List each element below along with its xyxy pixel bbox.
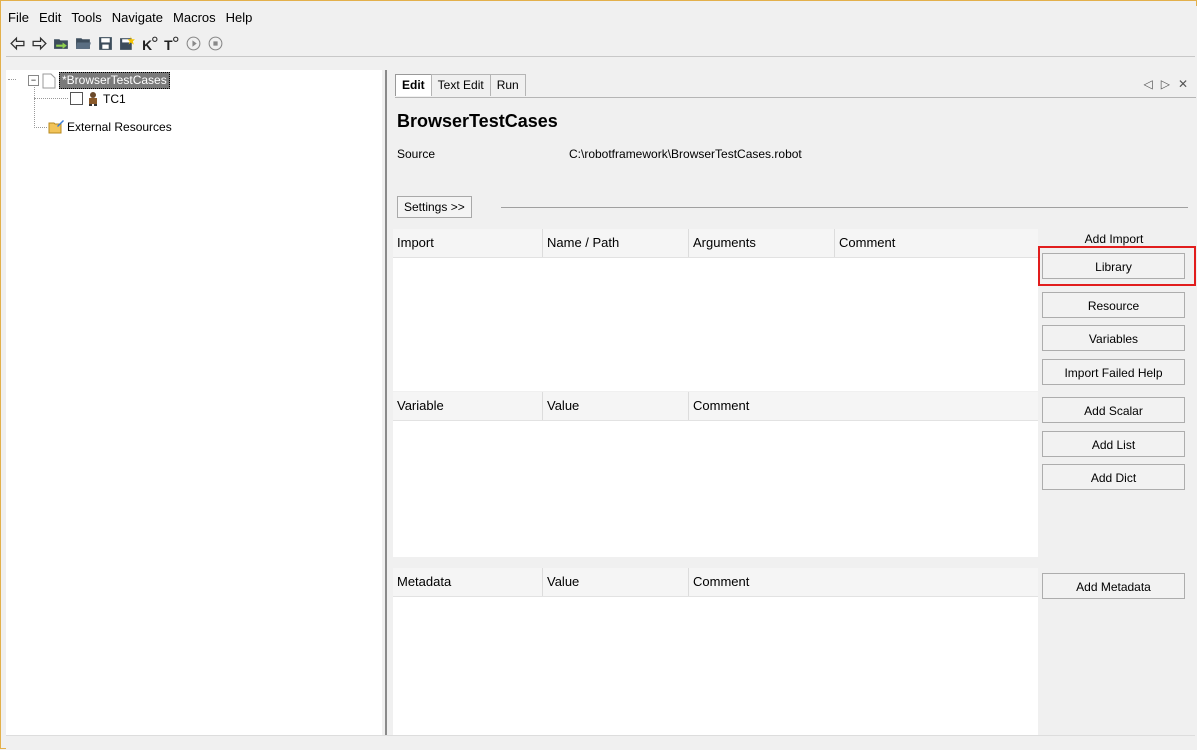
source-label: Source	[397, 147, 436, 161]
tree-node-external-label[interactable]: External Resources	[67, 120, 172, 134]
add-metadata-button[interactable]: Add Metadata	[1042, 573, 1185, 599]
tab-prev-icon[interactable]: ◁	[1143, 77, 1152, 91]
column-header[interactable]: Name / Path	[543, 229, 689, 257]
stop-icon[interactable]	[206, 34, 225, 53]
toolbar-divider	[6, 56, 1195, 57]
variables-table[interactable]: Variable Value Comment	[393, 392, 1038, 557]
open-suite-icon[interactable]	[52, 34, 71, 53]
editor-panel: Edit Text Edit Run ◁ ▷ ✕ BrowserTestCase…	[388, 70, 1196, 748]
folder-edit-icon	[48, 120, 64, 134]
search-keywords-icon[interactable]: K	[140, 34, 159, 53]
source-path: C:\robotframework\BrowserTestCases.robot	[569, 147, 802, 161]
settings-divider	[501, 207, 1188, 208]
save-all-icon[interactable]	[118, 34, 137, 53]
svg-text:K: K	[142, 36, 152, 51]
add-list-button[interactable]: Add List	[1042, 431, 1185, 457]
column-header[interactable]: Variable	[393, 392, 543, 420]
toolbar: K T	[8, 32, 225, 54]
file-icon	[42, 73, 56, 88]
tree-node-suite[interactable]: − *BrowserTestCases	[28, 72, 170, 89]
column-header[interactable]: Value	[543, 568, 689, 596]
tab-controls: ◁ ▷ ✕	[1143, 77, 1188, 91]
add-scalar-button[interactable]: Add Scalar	[1042, 397, 1185, 423]
import-failed-help-button[interactable]: Import Failed Help	[1042, 359, 1185, 385]
robot-icon	[89, 92, 97, 106]
pane-splitter[interactable]	[385, 70, 387, 735]
column-header[interactable]: Comment	[689, 568, 1038, 596]
metadata-table[interactable]: Metadata Value Comment	[393, 568, 1038, 735]
page-title: BrowserTestCases	[397, 111, 558, 131]
editor-tabs: Edit Text Edit Run	[395, 74, 526, 97]
tree-node-test-case-label[interactable]: TC1	[103, 92, 126, 106]
test-case-checkbox[interactable]	[70, 92, 83, 105]
svg-text:T: T	[164, 36, 173, 51]
menu-bar: File Edit Tools Navigate Macros Help	[6, 6, 1195, 28]
column-header[interactable]: Metadata	[393, 568, 543, 596]
save-icon[interactable]	[96, 34, 115, 53]
tab-close-icon[interactable]: ✕	[1178, 77, 1188, 91]
forward-arrow-icon[interactable]	[30, 34, 49, 53]
variables-button[interactable]: Variables	[1042, 325, 1185, 351]
menu-tools[interactable]: Tools	[66, 10, 106, 25]
column-header[interactable]: Comment	[835, 229, 1038, 257]
tree-node-test-case[interactable]: TC1	[70, 91, 126, 106]
back-arrow-icon[interactable]	[8, 34, 27, 53]
metadata-table-header: Metadata Value Comment	[393, 568, 1038, 597]
tree-line	[34, 127, 47, 128]
column-header[interactable]: Comment	[689, 392, 1038, 420]
tree-line	[34, 87, 35, 128]
run-icon[interactable]	[184, 34, 203, 53]
column-header[interactable]: Import	[393, 229, 543, 257]
resource-button[interactable]: Resource	[1042, 292, 1185, 318]
tab-text-edit[interactable]: Text Edit	[430, 74, 491, 96]
menu-file[interactable]: File	[6, 10, 34, 25]
settings-button[interactable]: Settings >>	[397, 196, 472, 218]
library-button[interactable]: Library	[1042, 253, 1185, 279]
tree-node-suite-label[interactable]: *BrowserTestCases	[59, 72, 170, 89]
tree-node-external-resources[interactable]: External Resources	[48, 119, 172, 134]
column-header[interactable]: Value	[543, 392, 689, 420]
menu-navigate[interactable]: Navigate	[107, 10, 168, 25]
column-header[interactable]: Arguments	[689, 229, 835, 257]
menu-help[interactable]: Help	[221, 10, 258, 25]
collapse-icon[interactable]: −	[28, 75, 39, 86]
menu-macros[interactable]: Macros	[168, 10, 221, 25]
suite-tree: − *BrowserTestCases TC1 External Resourc…	[6, 70, 382, 748]
tree-line	[34, 98, 68, 99]
variables-table-header: Variable Value Comment	[393, 392, 1038, 421]
add-import-label: Add Import	[1084, 232, 1144, 246]
tab-divider	[395, 97, 1196, 98]
tree-line	[8, 79, 16, 80]
imports-table-header: Import Name / Path Arguments Comment	[393, 229, 1038, 258]
imports-table[interactable]: Import Name / Path Arguments Comment	[393, 229, 1038, 391]
tab-run[interactable]: Run	[489, 74, 526, 96]
app-window: File Edit Tools Navigate Macros Help K T	[6, 6, 1197, 750]
status-bar	[6, 735, 1195, 750]
search-tests-icon[interactable]: T	[162, 34, 181, 53]
tab-edit[interactable]: Edit	[395, 74, 432, 96]
open-folder-icon[interactable]	[74, 34, 93, 53]
add-dict-button[interactable]: Add Dict	[1042, 464, 1185, 490]
menu-edit[interactable]: Edit	[34, 10, 66, 25]
tab-next-icon[interactable]: ▷	[1161, 77, 1170, 91]
